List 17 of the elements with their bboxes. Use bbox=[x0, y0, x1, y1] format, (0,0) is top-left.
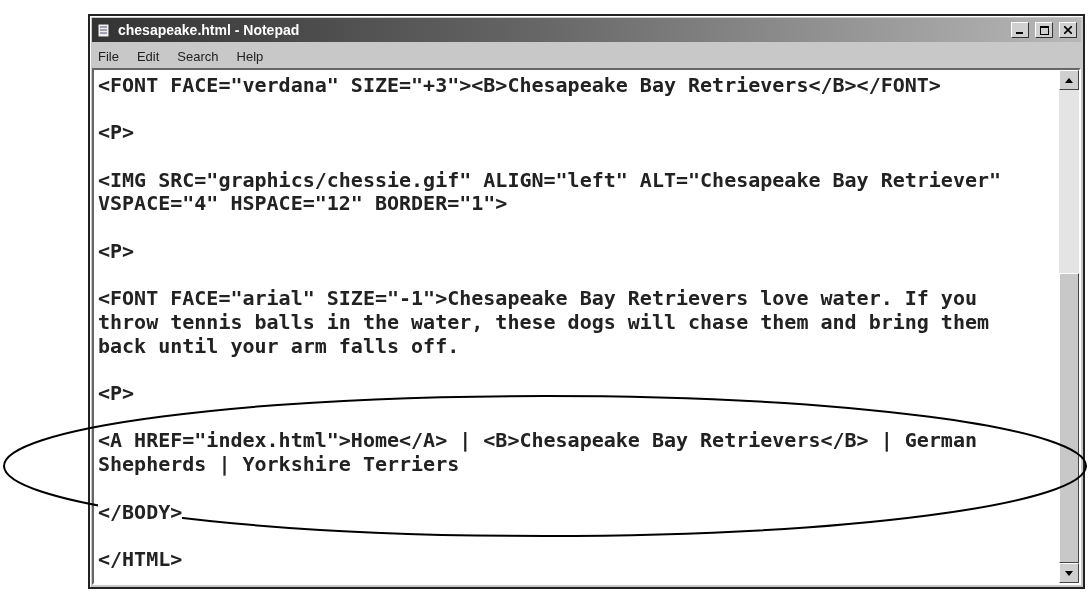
close-icon bbox=[1064, 26, 1072, 34]
scroll-down-button[interactable] bbox=[1059, 563, 1079, 583]
menu-item[interactable]: Help bbox=[236, 48, 264, 64]
maximize-icon bbox=[1039, 25, 1049, 35]
scroll-up-button[interactable] bbox=[1059, 70, 1079, 90]
minimize-button[interactable] bbox=[1011, 22, 1029, 38]
down-arrow-icon bbox=[1065, 570, 1073, 576]
menu-item[interactable]: Edit bbox=[136, 48, 160, 64]
menu-item[interactable]: File bbox=[98, 48, 119, 64]
scroll-thumb[interactable] bbox=[1059, 273, 1079, 563]
notepad-icon bbox=[96, 22, 112, 38]
vertical-scrollbar[interactable] bbox=[1059, 70, 1079, 583]
window-title: chesapeake.html - Notepad bbox=[118, 22, 301, 38]
close-button[interactable] bbox=[1059, 22, 1077, 38]
menu-item[interactable]: Search bbox=[177, 48, 219, 64]
maximize-button[interactable] bbox=[1035, 22, 1053, 38]
up-arrow-icon bbox=[1065, 77, 1073, 83]
